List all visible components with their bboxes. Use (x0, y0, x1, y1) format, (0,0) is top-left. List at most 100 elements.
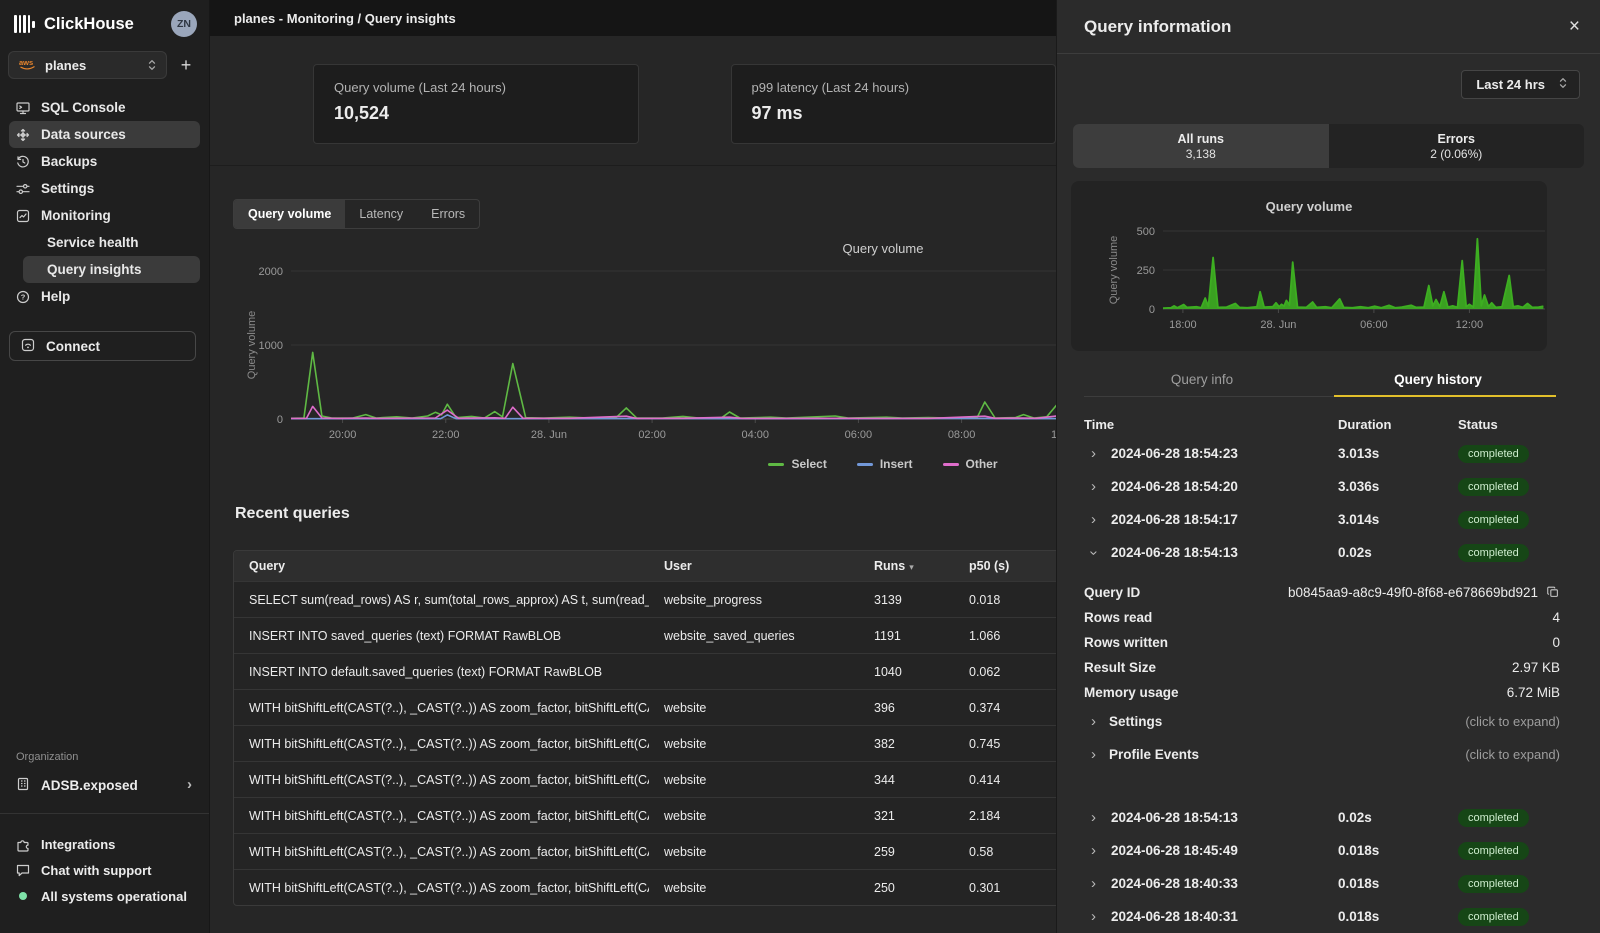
time-range-select[interactable]: Last 24 hrs (1461, 70, 1580, 99)
detail-label: Result Size (1084, 660, 1156, 675)
cell-query: INSERT INTO default.saved_queries (text)… (234, 665, 649, 679)
table-row[interactable]: WITH bitShiftLeft(CAST(?..), _CAST(?..))… (234, 761, 1056, 797)
cell-user: website (649, 881, 859, 895)
sidebar-item-system-status[interactable]: All systems operational (9, 883, 200, 909)
stat-cards-row: Query volume (Last 24 hours)10,524p99 la… (210, 36, 1056, 166)
sidebar-item-help[interactable]: ?Help (9, 283, 200, 310)
copy-icon[interactable] (1546, 585, 1560, 599)
table-row[interactable]: WITH bitShiftLeft(CAST(?..), _CAST(?..))… (234, 869, 1056, 905)
organization-item[interactable]: ADSB.exposed › (9, 772, 200, 798)
query-id-value: b0845aa9-a8c9-49f0-8f68-e678669bd921 (1288, 585, 1538, 600)
tab-errors[interactable]: Errors (417, 200, 479, 228)
history-row[interactable]: ›2024-06-28 18:54:130.02scompleted (1057, 801, 1600, 834)
chevron-right-icon[interactable]: › (1091, 480, 1096, 494)
sidebar-nav: SQL ConsoleData sourcesBackupsSettingsMo… (0, 94, 209, 310)
sidebar-item-chat-with-support[interactable]: Chat with support (9, 857, 200, 883)
add-service-button[interactable]: + (173, 52, 199, 78)
cell-p50: 1.066 (954, 629, 1056, 643)
panel-query-volume-chart: 025050018:0028. Jun06:0012:00Query volum… (1071, 181, 1547, 349)
time-range-value: Last 24 hrs (1476, 77, 1545, 92)
table-row[interactable]: WITH bitShiftLeft(CAST(?..), _CAST(?..))… (234, 797, 1056, 833)
expandable-settings[interactable]: ›Settings(click to expand) (1057, 705, 1600, 738)
cell-p50: 0.414 (954, 773, 1056, 787)
main-content: planes - Monitoring / Query insights Que… (210, 0, 1056, 933)
legend-item-select[interactable]: Select (768, 457, 826, 471)
clickhouse-logo[interactable]: ClickHouse (14, 15, 134, 34)
toggle-errors[interactable]: Errors2 (0.06%) (1329, 124, 1585, 168)
cell-runs: 382 (859, 737, 954, 751)
sidebar-item-sql-console[interactable]: SQL Console (9, 94, 200, 121)
table-row[interactable]: SELECT sum(read_rows) AS r, sum(total_ro… (234, 581, 1056, 617)
table-row[interactable]: WITH bitShiftLeft(CAST(?..), _CAST(?..))… (234, 689, 1056, 725)
column-header-runs[interactable]: Runs▾ (859, 559, 954, 573)
expandable-profile-events[interactable]: ›Profile Events(click to expand) (1057, 738, 1600, 771)
cell-query: WITH bitShiftLeft(CAST(?..), _CAST(?..))… (234, 845, 649, 859)
tab-query-history[interactable]: Query history (1320, 367, 1556, 396)
cell-runs: 321 (859, 809, 954, 823)
sidebar-item-monitoring[interactable]: Monitoring (9, 202, 200, 229)
expandable-hint: (click to expand) (1465, 747, 1560, 762)
chevron-updown-icon (146, 58, 158, 72)
chevron-right-icon[interactable]: › (1091, 513, 1096, 527)
svg-text:2000: 2000 (259, 266, 283, 278)
sidebar-item-backups[interactable]: Backups (9, 148, 200, 175)
history-time: 2024-06-28 18:54:23 (1111, 446, 1338, 461)
history-row[interactable]: ›2024-06-28 18:54:203.036scompleted (1057, 470, 1600, 503)
sidebar-item-integrations[interactable]: Integrations (9, 831, 200, 857)
history-column-time: Time (1084, 417, 1338, 432)
cell-runs: 1040 (859, 665, 954, 679)
history-row[interactable]: ›2024-06-28 18:54:130.02scompleted (1057, 536, 1600, 569)
history-row[interactable]: ›2024-06-28 18:54:233.013scompleted (1057, 437, 1600, 470)
column-header-p50-s-[interactable]: p50 (s) (954, 559, 1056, 573)
history-duration: 0.018s (1338, 843, 1458, 858)
sidebar-item-query-insights[interactable]: Query insights (23, 256, 200, 283)
query-volume-chart: 01000200020:0022:0028. Jun02:0004:0006:0… (233, 237, 1056, 469)
history-duration: 3.014s (1338, 512, 1458, 527)
workspace-selector[interactable]: aws planes (8, 51, 167, 79)
table-row[interactable]: WITH bitShiftLeft(CAST(?..), _CAST(?..))… (234, 725, 1056, 761)
connect-button[interactable]: Connect (9, 331, 196, 361)
history-row[interactable]: ›2024-06-28 18:54:173.014scompleted (1057, 503, 1600, 536)
panel-title: Query information (1084, 17, 1231, 37)
chat-icon (15, 862, 31, 878)
tab-query-volume[interactable]: Query volume (234, 200, 345, 228)
history-row[interactable]: ›2024-06-28 18:40:310.018scompleted (1057, 900, 1600, 933)
tab-query-info[interactable]: Query info (1084, 367, 1320, 396)
close-icon[interactable]: × (1569, 17, 1580, 36)
chevron-right-icon[interactable]: › (1091, 844, 1096, 858)
chevron-right-icon[interactable]: › (1091, 910, 1096, 924)
toggle-all-runs[interactable]: All runs3,138 (1073, 124, 1329, 168)
svg-text:aws: aws (19, 58, 33, 67)
cell-p50: 0.062 (954, 665, 1056, 679)
legend-item-insert[interactable]: Insert (857, 457, 913, 471)
chevron-right-icon[interactable]: › (1091, 877, 1096, 891)
avatar[interactable]: ZN (171, 11, 197, 37)
table-row[interactable]: INSERT INTO saved_queries (text) FORMAT … (234, 617, 1056, 653)
legend-item-other[interactable]: Other (943, 457, 998, 471)
svg-text:28. Jun: 28. Jun (1260, 319, 1296, 331)
sidebar-item-service-health[interactable]: Service health (23, 229, 200, 256)
sidebar-item-data-sources[interactable]: Data sources (9, 121, 200, 148)
cell-user: website (649, 845, 859, 859)
stat-card: p99 latency (Last 24 hours)97 ms (731, 64, 1057, 144)
help-icon: ? (15, 289, 31, 305)
chevron-down-icon[interactable]: › (1087, 550, 1101, 555)
svg-text:06:00: 06:00 (1360, 319, 1388, 331)
tab-latency[interactable]: Latency (345, 200, 417, 228)
nodes-icon (15, 127, 31, 143)
svg-text:28. Jun: 28. Jun (531, 429, 567, 441)
sidebar-item-settings[interactable]: Settings (9, 175, 200, 202)
history-row[interactable]: ›2024-06-28 18:45:490.018scompleted (1057, 834, 1600, 867)
aws-icon: aws (19, 58, 36, 73)
chevron-right-icon[interactable]: › (1091, 447, 1096, 461)
legend-swatch (857, 463, 873, 466)
history-row[interactable]: ›2024-06-28 18:40:330.018scompleted (1057, 867, 1600, 900)
column-header-query[interactable]: Query (234, 559, 649, 573)
puzzle-icon (15, 836, 31, 852)
column-header-user[interactable]: User (649, 559, 859, 573)
query-details: Query IDb0845aa9-a8c9-49f0-8f68-e678669b… (1057, 579, 1600, 771)
cell-query: WITH bitShiftLeft(CAST(?..), _CAST(?..))… (234, 773, 649, 787)
table-row[interactable]: WITH bitShiftLeft(CAST(?..), _CAST(?..))… (234, 833, 1056, 869)
table-row[interactable]: INSERT INTO default.saved_queries (text)… (234, 653, 1056, 689)
chevron-right-icon[interactable]: › (1091, 811, 1096, 825)
